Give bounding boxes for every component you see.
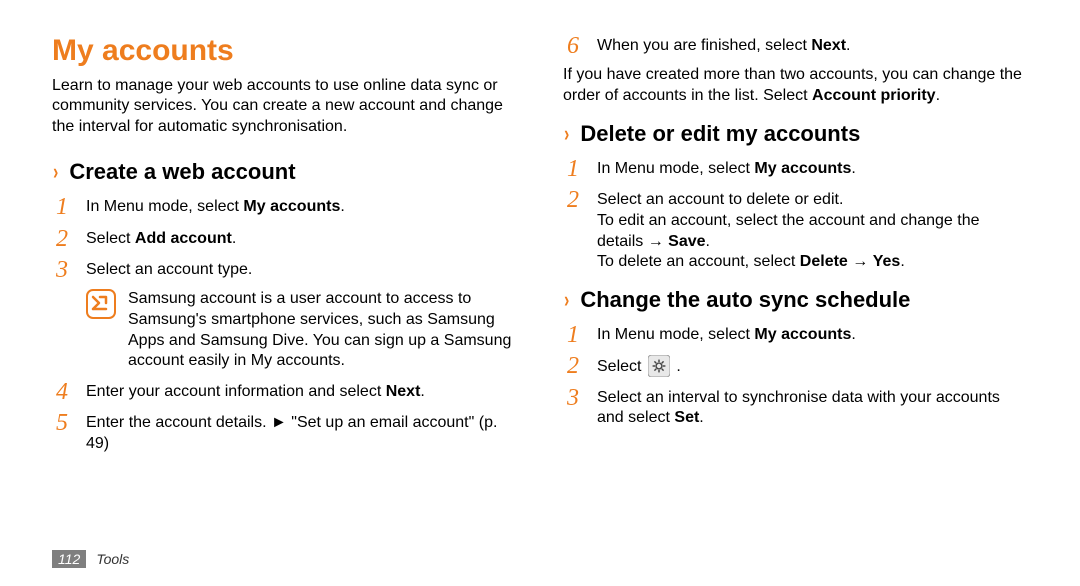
chevron-right-icon: ›	[564, 123, 569, 145]
step: 4 Enter your account information and sele…	[52, 380, 517, 405]
step-number: 3	[52, 258, 72, 283]
step: 1 In Menu mode, select My accounts.	[563, 323, 1028, 348]
step-number: 1	[563, 157, 583, 182]
section-create-web-account: › Create a web account	[52, 159, 517, 185]
account-priority-note: If you have created more than two accoun…	[563, 65, 1028, 107]
step-text: Select Add account.	[86, 227, 517, 250]
chevron-right-icon: ›	[564, 289, 569, 311]
step: 5 Enter the account details. ► "Set up an…	[52, 411, 517, 455]
steps-create-account-a: 1 In Menu mode, select My accounts. 2 Selec…	[52, 195, 517, 283]
steps-continued: 6 When you are finished, select Next.	[563, 34, 1028, 59]
steps-auto-sync: 1 In Menu mode, select My accounts. 2 Selec…	[563, 323, 1028, 429]
page-title: My accounts	[52, 34, 517, 68]
note-text: Samsung account is a user account to acc…	[128, 289, 517, 372]
step-number: 4	[52, 380, 72, 405]
intro-text: Learn to manage your web accounts to use…	[52, 76, 517, 137]
page-footer: 112 Tools	[52, 550, 129, 568]
note-icon	[86, 289, 116, 319]
step-text: Enter the account details. ► "Set up an …	[86, 411, 517, 455]
gear-icon	[648, 355, 670, 377]
section-delete-edit: › Delete or edit my accounts	[563, 121, 1028, 147]
chevron-right-icon: ›	[53, 161, 58, 183]
step-text: Select an account to delete or edit.To e…	[597, 188, 1028, 273]
section-auto-sync: › Change the auto sync schedule	[563, 287, 1028, 313]
step: 2 Select Add account.	[52, 227, 517, 252]
step-number: 2	[563, 354, 583, 379]
section-title: Create a web account	[69, 159, 295, 185]
step-text: Enter your account information and selec…	[86, 380, 517, 403]
steps-delete-edit: 1 In Menu mode, select My accounts. 2 Selec…	[563, 157, 1028, 273]
step-text: In Menu mode, select My accounts.	[597, 323, 1028, 346]
step: 6 When you are finished, select Next.	[563, 34, 1028, 59]
step-number: 1	[52, 195, 72, 220]
step-number: 2	[52, 227, 72, 252]
steps-create-account-b: 4 Enter your account information and sele…	[52, 380, 517, 455]
step: 2 Select .	[563, 354, 1028, 379]
step-text: Select an interval to synchronise data w…	[597, 386, 1028, 430]
section-title: Delete or edit my accounts	[580, 121, 860, 147]
step: 1 In Menu mode, select My accounts.	[52, 195, 517, 220]
step-text: Select .	[597, 354, 1028, 378]
step-text: In Menu mode, select My accounts.	[86, 195, 517, 218]
step: 2 Select an account to delete or edit.To …	[563, 188, 1028, 273]
step-number: 6	[563, 34, 583, 59]
step-number: 1	[563, 323, 583, 348]
step-text: In Menu mode, select My accounts.	[597, 157, 1028, 180]
note-block: Samsung account is a user account to acc…	[86, 289, 517, 372]
step-number: 5	[52, 411, 72, 436]
step: 1 In Menu mode, select My accounts.	[563, 157, 1028, 182]
page-number: 112	[52, 550, 86, 568]
step-text: Select an account type.	[86, 258, 517, 281]
step: 3 Select an account type.	[52, 258, 517, 283]
step-number: 2	[563, 188, 583, 213]
step-text: When you are finished, select Next.	[597, 34, 1028, 57]
step-number: 3	[563, 386, 583, 411]
section-title: Change the auto sync schedule	[580, 287, 910, 313]
step: 3 Select an interval to synchronise data …	[563, 386, 1028, 430]
footer-section: Tools	[96, 551, 129, 567]
